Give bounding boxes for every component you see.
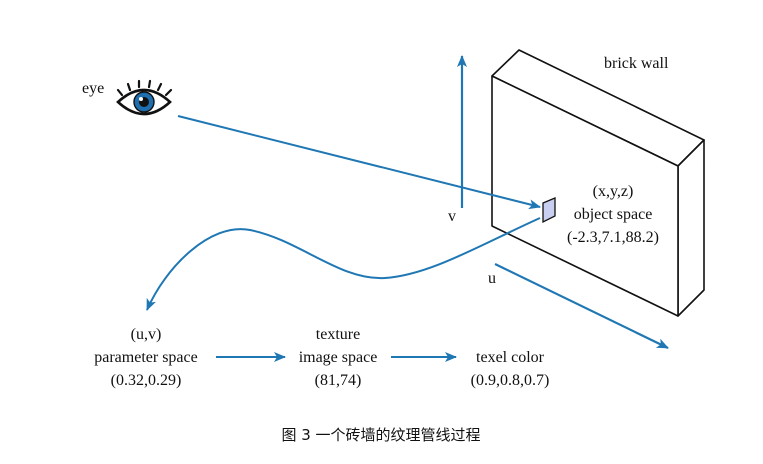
- texel-color-value: (0.9,0.8,0.7): [471, 372, 550, 389]
- eye-label: eye: [82, 80, 104, 97]
- texture-image-space-line1: texture: [316, 326, 360, 343]
- texture-pipeline-diagram: brick wall v u eye (x,y,z) object space …: [82, 49, 705, 444]
- parameter-space-value: (0.32,0.29): [111, 372, 182, 389]
- texture-image-space-line2: image space: [299, 349, 378, 366]
- eye-ray-arrow: [177, 115, 541, 210]
- figure-caption: 图 3 一个砖墙的纹理管线过程: [281, 426, 480, 444]
- texture-image-space-value: (81,74): [315, 372, 362, 389]
- u-axis-label: u: [488, 270, 496, 287]
- brick-wall-label: brick wall: [604, 55, 669, 72]
- parameter-space-title: parameter space: [94, 349, 197, 366]
- eye-icon: [116, 79, 173, 116]
- object-space-value: (-2.3,7.1,88.2): [567, 229, 659, 246]
- projector-curve-arrow: [146, 217, 541, 311]
- object-space-coords: (x,y,z): [593, 183, 634, 200]
- object-space-title: object space: [574, 206, 653, 223]
- parameter-space-coords: (u,v): [131, 326, 162, 343]
- brick-wall-side-face: [677, 139, 705, 317]
- texel-color-title: texel color: [476, 349, 545, 366]
- v-axis-label: v: [448, 208, 456, 225]
